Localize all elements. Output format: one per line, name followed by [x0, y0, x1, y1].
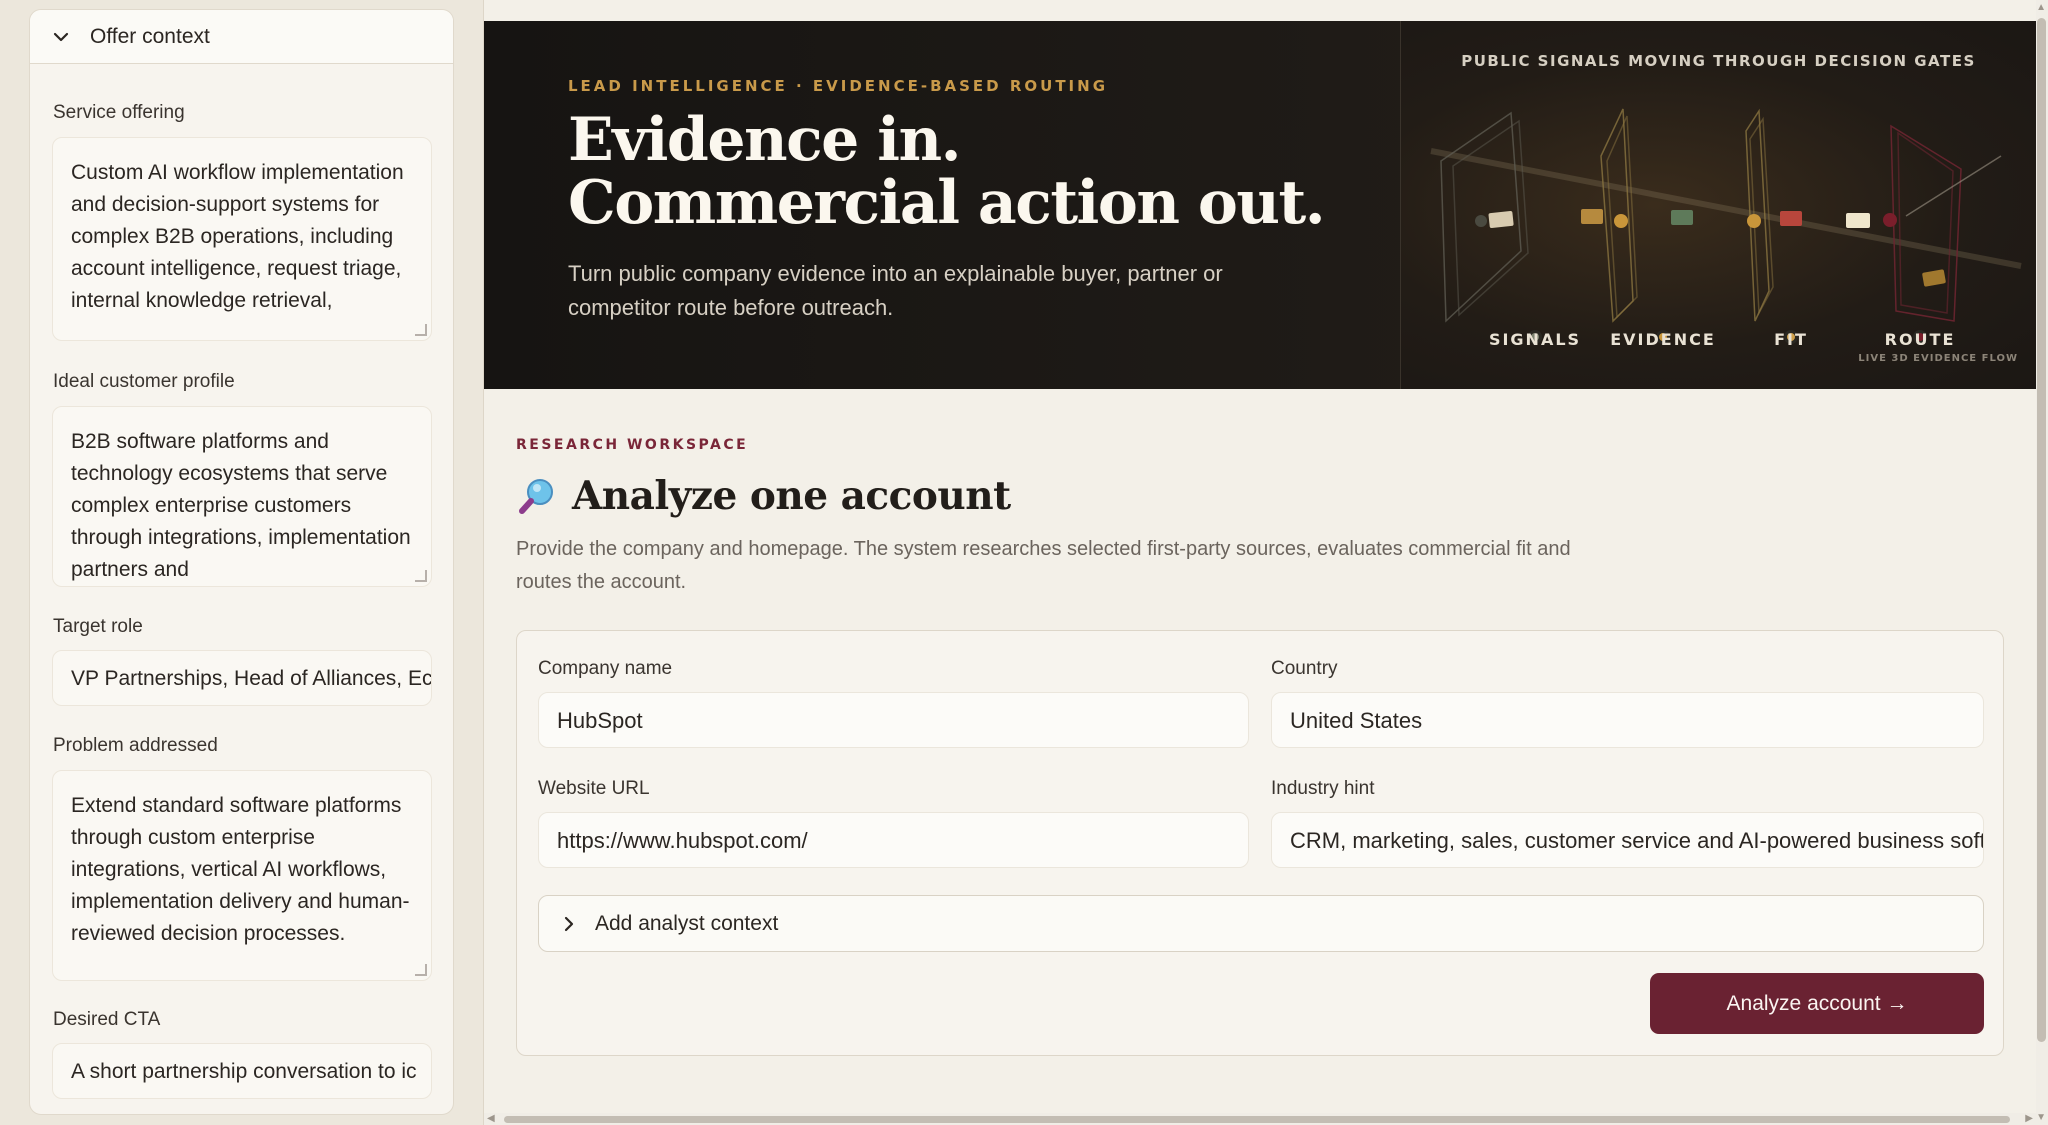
service-offering-field[interactable]: Custom AI workflow implementation and de…: [52, 137, 432, 341]
website-url-input[interactable]: https://www.hubspot.com/: [538, 812, 1249, 868]
desired-cta-label: Desired CTA: [53, 1009, 161, 1030]
resize-handle-icon[interactable]: [415, 570, 427, 582]
analyst-context-label: Add analyst context: [595, 911, 779, 935]
evidence-flow-visual: PUBLIC SIGNALS MOVING THROUGH DECISION G…: [1401, 21, 2036, 389]
workspace-eyebrow: RESEARCH WORKSPACE: [516, 437, 749, 453]
hero-text: LEAD INTELLIGENCE · EVIDENCE-BASED ROUTI…: [568, 77, 1398, 325]
gate-label-route: ROUTE: [1884, 330, 1956, 349]
hero-title: Evidence in. Commercial action out.: [568, 109, 1398, 235]
hero-subtitle: Turn public company evidence into an exp…: [568, 261, 1223, 320]
target-role-field[interactable]: VP Partnerships, Head of Alliances, Ec: [52, 650, 432, 706]
gate-label-signals: SIGNALS: [1488, 330, 1582, 349]
problem-addressed-value: Extend standard software platforms throu…: [71, 794, 410, 945]
industry-hint-label: Industry hint: [1271, 778, 1375, 799]
resize-handle-icon[interactable]: [415, 964, 427, 976]
problem-addressed-label: Problem addressed: [53, 735, 218, 756]
scroll-up-icon[interactable]: ▲: [2036, 2, 2046, 13]
vertical-scrollbar[interactable]: ▲ ▼: [2036, 0, 2048, 1125]
chevron-down-icon: [53, 32, 69, 41]
gate-label-fit: FIT: [1774, 330, 1808, 349]
horizontal-scrollbar[interactable]: ◀ ▶: [484, 1113, 2036, 1125]
workspace-heading: Analyze one account: [516, 473, 1011, 519]
desired-cta-field[interactable]: A short partnership conversation to ic: [52, 1043, 432, 1099]
country-label: Country: [1271, 658, 1338, 679]
hero-banner: LEAD INTELLIGENCE · EVIDENCE-BASED ROUTI…: [484, 21, 2036, 389]
service-offering-value: Custom AI workflow implementation and de…: [71, 161, 404, 312]
chevron-right-icon: [564, 916, 574, 931]
page-title: Analyze one account: [572, 473, 1011, 519]
website-url-label: Website URL: [538, 778, 650, 799]
target-role-label: Target role: [53, 616, 143, 637]
viz-footer: LIVE 3D EVIDENCE FLOW: [1858, 353, 2018, 364]
analyst-context-expander[interactable]: Add analyst context: [538, 895, 1984, 952]
icp-field[interactable]: B2B software platforms and technology ec…: [52, 406, 432, 587]
scroll-left-icon[interactable]: ◀: [487, 1113, 495, 1124]
vertical-scroll-thumb[interactable]: [2037, 18, 2046, 1042]
industry-hint-input[interactable]: CRM, marketing, sales, customer service …: [1271, 812, 1984, 868]
sidebar: Offer context Service offering Custom AI…: [0, 0, 484, 1125]
hero-title-line-2: Commercial action out.: [568, 168, 1326, 238]
analyze-account-form: Company name HubSpot Country United Stat…: [516, 630, 2004, 1056]
icp-label: Ideal customer profile: [53, 371, 235, 392]
offer-context-panel: Offer context Service offering Custom AI…: [29, 9, 454, 1115]
company-name-label: Company name: [538, 658, 673, 679]
resize-handle-icon[interactable]: [415, 324, 427, 336]
service-offering-label: Service offering: [53, 102, 185, 123]
scroll-down-icon[interactable]: ▼: [2036, 1112, 2046, 1123]
hero-eyebrow: LEAD INTELLIGENCE · EVIDENCE-BASED ROUTI…: [568, 77, 1109, 95]
problem-addressed-field[interactable]: Extend standard software platforms throu…: [52, 770, 432, 981]
scroll-right-icon[interactable]: ▶: [2025, 1113, 2033, 1124]
gate-label-evidence: EVIDENCE: [1610, 330, 1716, 349]
company-name-input[interactable]: HubSpot: [538, 692, 1249, 748]
offer-context-title: Offer context: [90, 24, 210, 48]
horizontal-scroll-thumb[interactable]: [504, 1116, 2010, 1123]
icp-value: B2B software platforms and technology ec…: [71, 430, 411, 581]
magnifying-glass-icon: [519, 479, 553, 514]
country-input[interactable]: United States: [1271, 692, 1984, 748]
offer-context-toggle[interactable]: Offer context: [30, 10, 453, 64]
analyze-account-button[interactable]: Analyze account →: [1650, 973, 1984, 1034]
hero-title-line-1: Evidence in.: [568, 105, 962, 175]
main-content: LEAD INTELLIGENCE · EVIDENCE-BASED ROUTI…: [484, 0, 2048, 1125]
workspace-description: Provide the company and homepage. The sy…: [516, 538, 1571, 593]
